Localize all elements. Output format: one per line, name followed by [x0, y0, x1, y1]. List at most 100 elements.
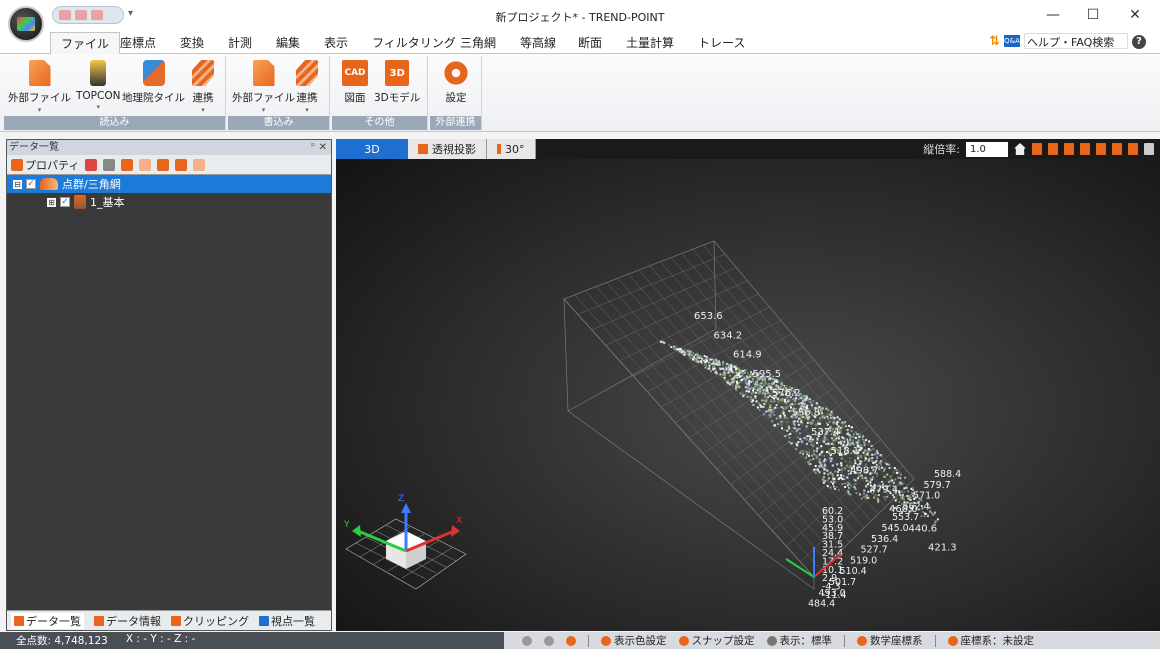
minimize-button[interactable]: — [1038, 4, 1068, 26]
import-gsi-tile-button[interactable]: 地理院タイル [122, 60, 185, 105]
axis-label-main: 537.4 [811, 427, 840, 438]
property-button[interactable]: プロパティ [11, 157, 79, 173]
maximize-button[interactable]: ☐ [1078, 4, 1108, 26]
display-icon [766, 635, 777, 646]
tab-triangulation[interactable]: 三角網 [460, 34, 496, 51]
marker-icon[interactable] [566, 635, 576, 646]
tab-trace[interactable]: トレース [698, 34, 745, 51]
tree-node-basic[interactable]: ⊞ ✓ 1_基本 [7, 193, 331, 211]
pointcloud-scene[interactable]: 653.6 634.2 614.9 595.5 576.2 556.8 537.4 518.1… [336, 159, 1160, 631]
tree-view-icon[interactable] [193, 158, 206, 171]
axis-label-main: 653.6 [694, 311, 723, 322]
camera-icon[interactable] [544, 635, 554, 646]
gizmo-x-label: X [456, 516, 462, 526]
tab-volume[interactable]: 土量計算 [626, 34, 674, 51]
view-left-icon[interactable] [1064, 143, 1074, 155]
axis-label-main: 479.4 [870, 485, 899, 496]
tab-clipping[interactable]: クリッピング [171, 613, 249, 629]
light-icon[interactable] [1144, 143, 1154, 155]
help-icon[interactable]: ? [1132, 35, 1146, 49]
expand-icon[interactable]: ⊞ [47, 197, 56, 207]
import-external-file-button[interactable]: 外部ファイル ▾ [8, 60, 71, 114]
tab-view[interactable]: 表示 [324, 34, 348, 51]
projection-button[interactable]: 透視投影 [408, 139, 487, 159]
status-tools: 表示色設定 スナップ設定 表示：標準 数学座標系 座標系：未設定 [504, 632, 1160, 649]
color-icon[interactable] [121, 158, 134, 171]
tab-section[interactable]: 断面 [578, 34, 602, 51]
expand-all-icon[interactable] [157, 158, 170, 171]
eraser-icon[interactable] [85, 158, 98, 171]
import-link-button[interactable]: 連携 ▾ [192, 60, 214, 114]
axis-label-main: 595.5 [753, 369, 782, 380]
export-external-file-button[interactable]: 外部ファイル ▾ [232, 60, 295, 114]
axis-label-main: 556.8 [792, 408, 821, 419]
view-mode-3d-button[interactable]: 3D [336, 139, 408, 159]
axis-label-side: 553.7 [892, 512, 919, 523]
vertical-scale-input[interactable]: 1.0 [966, 141, 1008, 157]
panel-toolbar: プロパティ [7, 155, 331, 175]
tab-contour[interactable]: 等高線 [520, 34, 556, 51]
gizmo-z-label: Z [398, 494, 404, 504]
tab-data-list[interactable]: データ一覧 [11, 612, 84, 629]
drawing-button[interactable]: CAD 図面 [342, 60, 368, 105]
tab-coordinate-points[interactable]: 座標点 [120, 34, 156, 51]
tab-filtering[interactable]: フィルタリング [372, 34, 456, 51]
file-import-icon [28, 60, 51, 86]
visibility-checkbox[interactable]: ✓ [26, 179, 36, 189]
cursor-coords: X : - Y : - Z : - [125, 633, 196, 645]
tab-edit[interactable]: 編集 [276, 34, 300, 51]
topcon-icon [90, 60, 107, 86]
3d-viewport[interactable]: 3D 透視投影 30° 縦倍率: 1.0 653.6 634.2 614.9 5… [336, 139, 1160, 631]
group-other: CAD 図面 3D 3Dモデル その他 [332, 56, 428, 130]
eye-icon[interactable] [522, 635, 532, 646]
close-button[interactable]: ✕ [1120, 4, 1150, 26]
snap-setting-button[interactable]: スナップ設定 [678, 633, 755, 648]
view-bottom-icon[interactable] [1112, 143, 1122, 155]
view-iso-icon[interactable] [1128, 143, 1138, 155]
pencil-icon[interactable] [103, 158, 116, 171]
sort-arrows-icon[interactable]: ⇅ [989, 34, 1000, 49]
orientation-gizmo[interactable]: Z X Y [343, 494, 467, 590]
3d-model-button[interactable]: 3D 3Dモデル [374, 60, 420, 105]
tree-node-pointcloud[interactable]: ⊟ ✓ 点群/三角網 [7, 175, 331, 193]
filter-icon[interactable] [139, 158, 152, 171]
viewport-toolbar: 3D 透視投影 30° 縦倍率: 1.0 [336, 139, 1160, 159]
help-search: ⇅ Q&A ヘルプ・FAQ検索 [989, 33, 1128, 49]
view-back-icon[interactable] [1048, 143, 1058, 155]
axis-label-main: 634.2 [714, 330, 743, 341]
color-setting-button[interactable]: 表示色設定 [601, 633, 667, 648]
math-coord-button[interactable]: 数学座標系 [857, 633, 923, 648]
view-top-icon[interactable] [1096, 143, 1106, 155]
ribbon: 外部ファイル ▾ TOPCON ▾ 地理院タイル 連携 ▾ 読込み 外部ファイル ▾ 連… [0, 54, 1160, 132]
export-link-button[interactable]: 連携 ▾ [296, 60, 318, 114]
status-bar: 全点数: 4,748,123 X : - Y : - Z : - 表示色設定 ス… [0, 632, 1160, 649]
view-front-icon[interactable] [1032, 143, 1042, 155]
tree-node-label: 1_基本 [90, 196, 125, 209]
group-export: 外部ファイル ▾ 連携 ▾ 書込み [228, 56, 330, 130]
axis-label-side: 519.0 [850, 555, 877, 566]
collapse-all-icon[interactable] [175, 158, 188, 171]
display-mode-button[interactable]: 表示：標準 [766, 633, 832, 648]
coord-system-button[interactable]: 座標系：未設定 [947, 633, 1034, 648]
tab-convert[interactable]: 変換 [180, 34, 204, 51]
visibility-checkbox[interactable]: ✓ [60, 197, 70, 207]
import-topcon-button[interactable]: TOPCON ▾ [76, 60, 120, 111]
tab-data-info[interactable]: データ情報 [94, 613, 161, 629]
property-icon [11, 158, 23, 171]
settings-button[interactable]: 設定 [443, 60, 469, 105]
help-search-input[interactable]: ヘルプ・FAQ検索 [1024, 33, 1128, 49]
collapse-icon[interactable]: ⊟ [13, 179, 22, 189]
home-view-icon[interactable] [1014, 143, 1026, 155]
pin-icon[interactable]: ᵖ [311, 140, 315, 155]
info-icon [94, 615, 104, 626]
fov-button[interactable]: 30° [487, 139, 536, 159]
app-menu-button[interactable] [8, 6, 44, 42]
panel-close-icon[interactable]: ✕ [319, 140, 327, 155]
layer-icon [74, 195, 86, 209]
tab-file[interactable]: ファイル [50, 32, 121, 55]
tab-viewpoints[interactable]: 視点一覧 [259, 613, 315, 629]
panel-header: データ一覧 ᵖ ✕ [7, 140, 331, 155]
tab-measure[interactable]: 計測 [228, 34, 252, 51]
group-external-link: 設定 外部連携 [430, 56, 482, 130]
view-right-icon[interactable] [1080, 143, 1090, 155]
